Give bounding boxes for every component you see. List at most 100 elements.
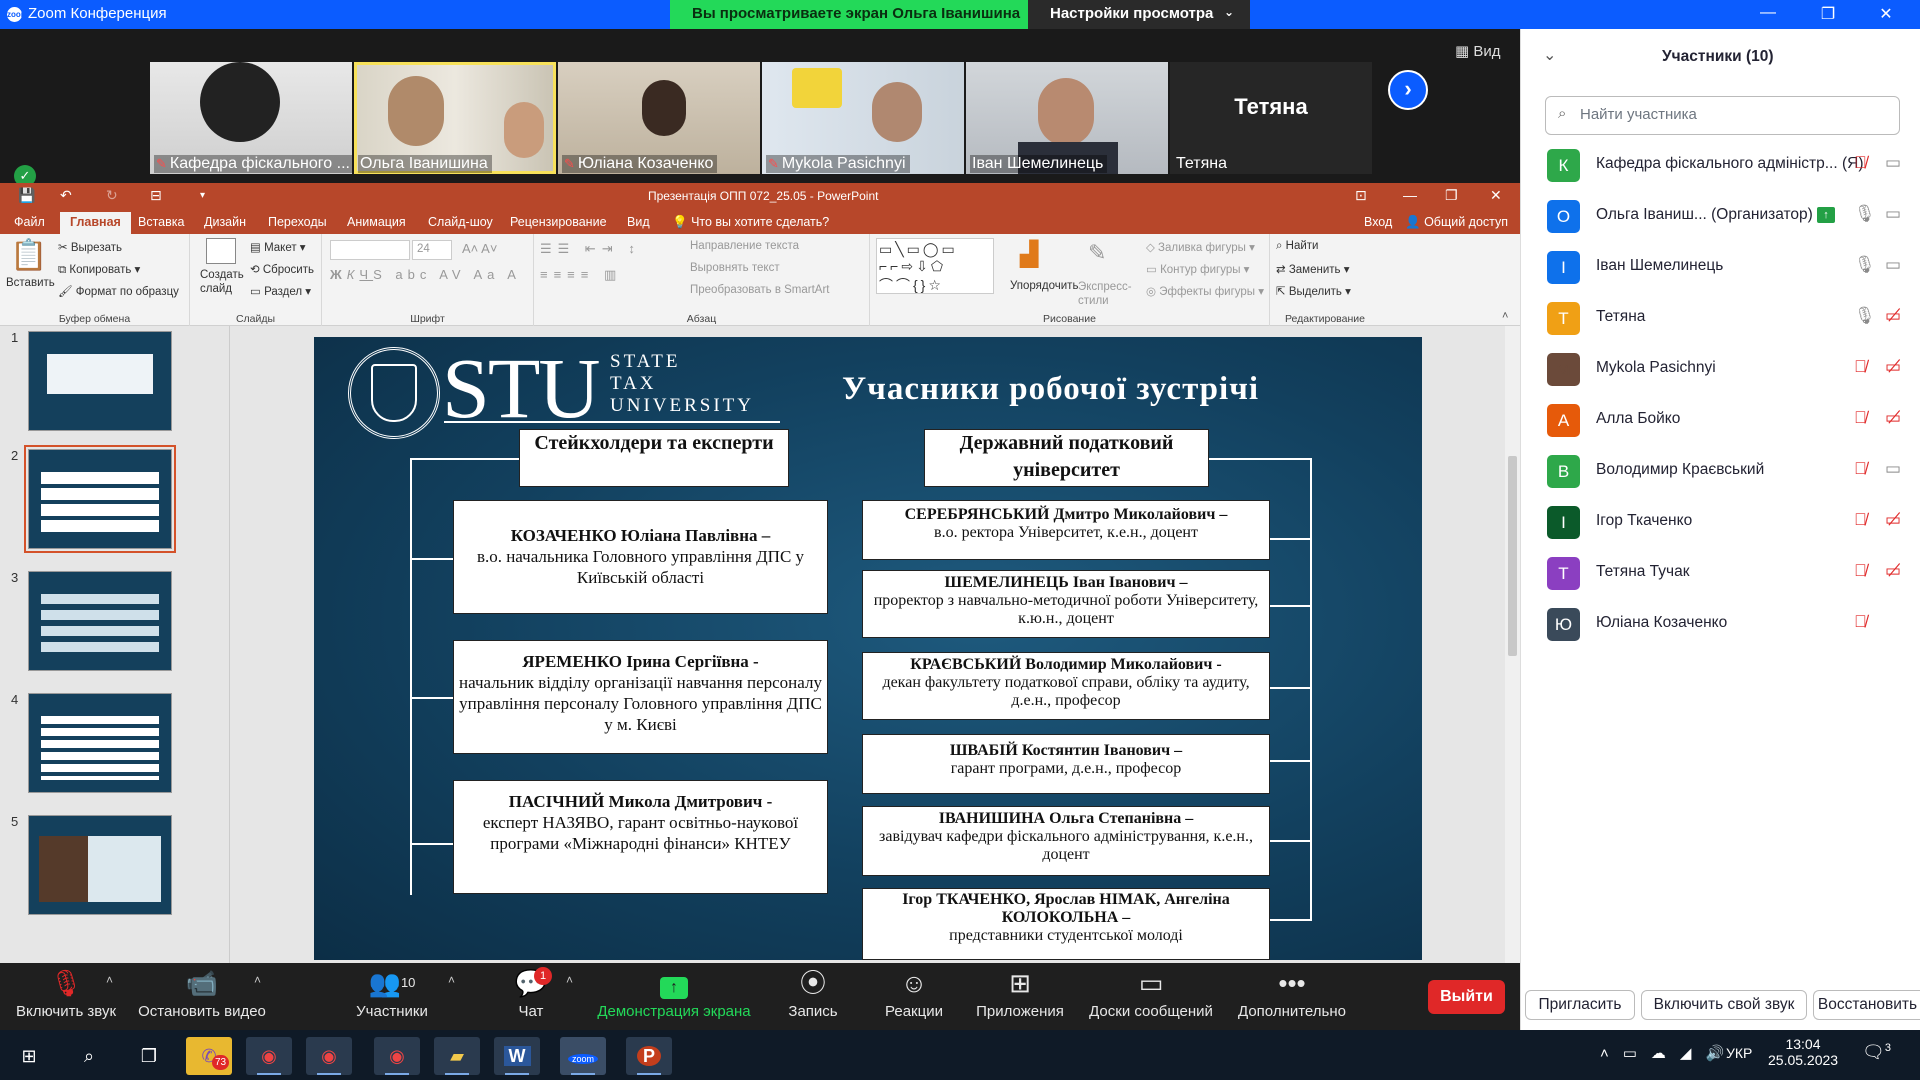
- ppt-minimize-icon[interactable]: —: [1403, 187, 1417, 203]
- participants-button[interactable]: 👥10 Участники ˄: [350, 963, 455, 1030]
- customize-qat-icon[interactable]: ▾: [200, 190, 205, 201]
- ribbon-display-icon[interactable]: ⊡: [1355, 187, 1367, 204]
- record-button[interactable]: ⦿ Запись: [780, 963, 846, 1030]
- layout-button[interactable]: ▤ Макет ▾: [250, 240, 306, 254]
- mic-muted-icon[interactable]: 🎙̸: [1854, 408, 1867, 428]
- video-off-icon[interactable]: ▭̸: [1885, 408, 1901, 428]
- participant-row[interactable]: К Кафедра фіскального адміністр... (Я) 🎙̸ ▭: [1521, 140, 1920, 191]
- video-tile[interactable]: Тетяна Тетяна: [1170, 62, 1372, 174]
- shapes-gallery[interactable]: ▭╲▭◯▭ ⌐⌐⇨⇩⬠ ⌒⌒{}☆: [876, 238, 994, 294]
- mic-muted-icon[interactable]: 🎙̸: [1854, 612, 1867, 632]
- slide-thumbnail-4[interactable]: [28, 693, 172, 793]
- collapse-ribbon-icon[interactable]: ˄: [1502, 310, 1508, 322]
- mic-on-icon[interactable]: 🎙: [1854, 255, 1876, 275]
- participant-row[interactable]: Ю Юліана Козаченко 🎙̸: [1521, 599, 1920, 650]
- section-button[interactable]: ▭ Раздел ▾: [250, 284, 311, 298]
- align-text-button[interactable]: Выровнять текст: [690, 262, 780, 274]
- ppt-restore-icon[interactable]: ❐: [1445, 187, 1458, 204]
- participant-row[interactable]: О Ольга Іваниш... (Организатор) ↑ 🎙 ▭: [1521, 191, 1920, 242]
- restore-button[interactable]: Восстановить: [1813, 990, 1920, 1020]
- quick-styles-button[interactable]: Экспресс-стили: [1078, 280, 1138, 308]
- reactions-button[interactable]: ☺ Реакции: [880, 963, 948, 1030]
- shape-outline-button[interactable]: ▭ Контур фигуры ▾: [1146, 262, 1249, 276]
- replace-button[interactable]: ⇄ Заменить ▾: [1276, 262, 1350, 276]
- tab-design[interactable]: Дизайн: [204, 215, 246, 229]
- chevron-up-icon[interactable]: ˄: [566, 973, 573, 987]
- tab-home[interactable]: Главная: [60, 212, 131, 234]
- tab-transitions[interactable]: Переходы: [268, 215, 327, 229]
- chrome-app-icon[interactable]: ◉: [246, 1037, 292, 1075]
- slide-thumbnail-1[interactable]: [28, 331, 172, 431]
- unmute-me-button[interactable]: Включить свой звук: [1641, 990, 1807, 1020]
- sign-in-link[interactable]: Вход: [1364, 215, 1392, 229]
- video-on-icon[interactable]: ▭: [1885, 459, 1901, 479]
- chat-button[interactable]: 💬 Чат 1 ˄: [510, 963, 573, 1030]
- align-icons[interactable]: ≡≡≡≡ ▥: [540, 267, 622, 283]
- list-icons[interactable]: ☰☰ ⇤⇥ ↕: [540, 241, 641, 257]
- video-tile-active[interactable]: Ольга Іванишина: [354, 62, 556, 174]
- select-button[interactable]: ⇱ Выделить ▾: [1276, 284, 1351, 298]
- mic-on-icon[interactable]: 🎙: [1854, 204, 1876, 224]
- whiteboards-button[interactable]: ▭ Доски сообщений: [1084, 963, 1218, 1030]
- unmute-button[interactable]: 🎙 Включить звук ˄: [10, 963, 122, 1030]
- find-button[interactable]: ⌕ Найти: [1276, 240, 1318, 253]
- search-icon[interactable]: ⌕: [66, 1037, 112, 1075]
- vertical-scrollbar[interactable]: [1505, 326, 1520, 963]
- share-button[interactable]: 👤 Общий доступ: [1405, 215, 1508, 230]
- keyboard-language[interactable]: УКР: [1726, 1045, 1752, 1061]
- task-view-icon[interactable]: ❐: [126, 1037, 172, 1075]
- ppt-close-icon[interactable]: ✕: [1490, 187, 1502, 204]
- file-explorer-icon[interactable]: ▰: [434, 1037, 480, 1075]
- chrome-app-icon[interactable]: ◉: [374, 1037, 420, 1075]
- participant-row[interactable]: І Іван Шемелинець 🎙 ▭: [1521, 242, 1920, 293]
- video-on-icon[interactable]: ▭: [1885, 204, 1901, 224]
- arrange-button[interactable]: Упорядочить: [1010, 280, 1078, 292]
- shape-fill-button[interactable]: ◇ Заливка фигуры ▾: [1146, 240, 1255, 254]
- chevron-up-icon[interactable]: ˄: [254, 973, 261, 987]
- font-name-input[interactable]: [330, 240, 410, 260]
- stop-video-button[interactable]: 📹 Остановить видео ˄: [136, 963, 268, 1030]
- video-off-icon[interactable]: ▭̸: [1885, 561, 1901, 581]
- quick-styles-icon[interactable]: ✎: [1088, 240, 1106, 266]
- mic-muted-icon[interactable]: 🎙̸: [1854, 561, 1867, 581]
- tab-animations[interactable]: Анимация: [347, 215, 406, 229]
- reset-button[interactable]: ⟲ Сбросить: [250, 262, 314, 276]
- clock[interactable]: 13:04 25.05.2023: [1768, 1036, 1838, 1068]
- start-slideshow-icon[interactable]: ⊟: [150, 187, 162, 204]
- invite-button[interactable]: Пригласить: [1525, 990, 1635, 1020]
- leave-button[interactable]: Выйти: [1428, 980, 1505, 1014]
- tab-slideshow[interactable]: Слайд-шоу: [428, 215, 493, 229]
- close-icon[interactable]: ✕: [1874, 4, 1898, 24]
- video-off-icon[interactable]: ▭̸: [1885, 510, 1901, 530]
- video-on-icon[interactable]: ▭: [1885, 255, 1901, 275]
- tab-review[interactable]: Рецензирование: [510, 215, 607, 229]
- tray-icons[interactable]: ˄▭☁◢🔊: [1600, 1044, 1738, 1062]
- word-app-icon[interactable]: W: [494, 1037, 540, 1075]
- video-tile[interactable]: ✎ Кафедра фіскального ...: [150, 62, 352, 174]
- participant-row[interactable]: M Mykola Pasichnyi 🎙̸ ▭̸: [1521, 344, 1920, 395]
- mic-muted-icon[interactable]: 🎙̸: [1854, 357, 1867, 377]
- participant-row[interactable]: В Володимир Краєвський 🎙̸ ▭: [1521, 446, 1920, 497]
- mic-muted-icon[interactable]: 🎙̸: [1854, 510, 1867, 530]
- video-tile[interactable]: ✎ Юліана Козаченко: [558, 62, 760, 174]
- font-format-icons[interactable]: ЖКЧS abc AV Aa A: [330, 267, 521, 282]
- video-on-icon[interactable]: ▭: [1885, 153, 1901, 173]
- chrome-app-icon[interactable]: ◉: [306, 1037, 352, 1075]
- chevron-up-icon[interactable]: ˄: [448, 973, 455, 987]
- save-icon[interactable]: 💾: [18, 187, 35, 204]
- mic-muted-icon[interactable]: 🎙̸: [1854, 153, 1867, 173]
- participant-row[interactable]: Т Тетяна 🎙 ▭̸: [1521, 293, 1920, 344]
- scrollbar-thumb[interactable]: [1508, 456, 1517, 656]
- slide-canvas[interactable]: STU STATE TAX UNIVERSITY Учасники робочої …: [314, 337, 1422, 960]
- view-settings-button[interactable]: Настройки просмотра ⌄: [1028, 0, 1250, 29]
- chevron-down-icon[interactable]: ⌄: [1543, 45, 1556, 65]
- more-button[interactable]: ••• Дополнительно: [1234, 963, 1350, 1030]
- undo-icon[interactable]: ↶: [60, 187, 72, 204]
- font-grow-shrink-icon[interactable]: A˄ A˅: [462, 241, 497, 256]
- font-size-input[interactable]: 24: [412, 240, 452, 260]
- copy-button[interactable]: ⧉ Копировать ▾: [58, 262, 140, 277]
- video-off-icon[interactable]: ▭̸: [1885, 306, 1901, 326]
- video-off-icon[interactable]: ▭̸: [1885, 357, 1901, 377]
- notification-center-icon[interactable]: 🗨3: [1862, 1042, 1891, 1063]
- participant-row[interactable]: Т Тетяна Тучак 🎙̸ ▭̸: [1521, 548, 1920, 599]
